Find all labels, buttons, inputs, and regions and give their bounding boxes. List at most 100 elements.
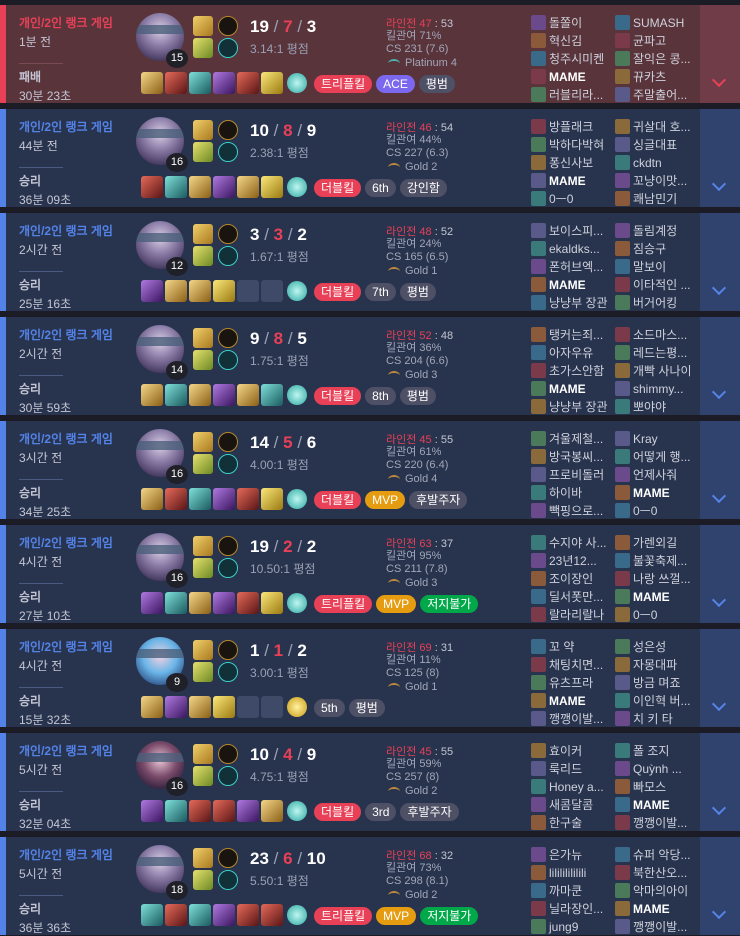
secondary-rune-icon[interactable] xyxy=(218,662,238,682)
player-name-link[interactable]: 초가스안함 xyxy=(531,362,617,380)
expand-button[interactable] xyxy=(700,317,740,415)
match-row[interactable]: 개인/2인 랭크 게임 3시간 전 승리 34분 25초 16 14 / 5 /… xyxy=(0,421,740,519)
expand-button[interactable] xyxy=(700,837,740,935)
player-name-link[interactable]: 냥냥부 장관 xyxy=(531,294,617,312)
item-icon[interactable] xyxy=(165,280,187,302)
player-name-link[interactable]: 성은성 xyxy=(615,638,701,656)
player-name-link[interactable]: 효이커 xyxy=(531,742,617,760)
item-icon[interactable] xyxy=(141,176,163,198)
player-name-link[interactable]: 개빡 사나이 xyxy=(615,362,701,380)
player-name-link[interactable]: MAME xyxy=(615,588,701,606)
summoner-spell-icon[interactable] xyxy=(193,432,213,452)
secondary-rune-icon[interactable] xyxy=(218,766,238,786)
summoner-spell-icon[interactable] xyxy=(193,454,213,474)
player-name-link[interactable]: 청주시미켄 xyxy=(531,50,617,68)
summoner-spell-icon[interactable] xyxy=(193,246,213,266)
keystone-rune-icon[interactable] xyxy=(218,536,238,556)
expand-button[interactable] xyxy=(700,5,740,103)
summoner-spell-icon[interactable] xyxy=(193,870,213,890)
expand-button[interactable] xyxy=(700,525,740,623)
player-name-link[interactable]: 러블리라... xyxy=(531,86,617,104)
player-name-link[interactable]: 폴 조지 xyxy=(615,742,701,760)
player-name-link[interactable]: 새콤달콤 xyxy=(531,796,617,814)
item-icon[interactable] xyxy=(165,800,187,822)
player-name-link[interactable]: MAME xyxy=(531,692,617,710)
player-name-link[interactable]: 냥냥부 장관 xyxy=(531,398,617,416)
summoner-spell-icon[interactable] xyxy=(193,848,213,868)
player-name-link[interactable]: 퐁신사보 xyxy=(531,154,617,172)
item-icon[interactable] xyxy=(189,176,211,198)
player-name-link[interactable]: 돌림계정 xyxy=(615,222,701,240)
item-icon[interactable] xyxy=(237,384,259,406)
match-row[interactable]: 개인/2인 랭크 게임 5시간 전 승리 36분 36초 18 23 / 6 /… xyxy=(0,837,740,935)
player-name-link[interactable]: 박하다박혀 xyxy=(531,136,617,154)
secondary-rune-icon[interactable] xyxy=(218,870,238,890)
secondary-rune-icon[interactable] xyxy=(218,454,238,474)
keystone-rune-icon[interactable] xyxy=(218,16,238,36)
player-name-link[interactable]: MAME xyxy=(615,484,701,502)
ward-trinket-icon[interactable] xyxy=(287,905,307,925)
empty-item-slot[interactable] xyxy=(237,696,259,718)
player-name-link[interactable]: 언제사줘 xyxy=(615,466,701,484)
player-name-link[interactable]: 말보이 xyxy=(615,258,701,276)
item-icon[interactable] xyxy=(189,280,211,302)
item-icon[interactable] xyxy=(213,800,235,822)
item-icon[interactable] xyxy=(213,72,235,94)
ward-trinket-icon[interactable] xyxy=(287,177,307,197)
ward-trinket-icon[interactable] xyxy=(287,801,307,821)
summoner-spell-icon[interactable] xyxy=(193,558,213,578)
player-name-link[interactable]: 채팅치면... xyxy=(531,656,617,674)
player-name-link[interactable]: 버거어킹 xyxy=(615,294,701,312)
player-name-link[interactable]: 이인혁 버... xyxy=(615,692,701,710)
player-name-link[interactable]: 까마쿤 xyxy=(531,882,617,900)
item-icon[interactable] xyxy=(237,800,259,822)
player-name-link[interactable]: 폰허브엑... xyxy=(531,258,617,276)
player-name-link[interactable]: 보이스피... xyxy=(531,222,617,240)
summoner-spell-icon[interactable] xyxy=(193,640,213,660)
match-row[interactable]: 개인/2인 랭크 게임 1분 전 패배 30분 23초 15 19 / 7 / … xyxy=(0,5,740,103)
player-name-link[interactable]: lilililililili xyxy=(531,864,617,882)
player-name-link[interactable]: MAME xyxy=(531,276,617,294)
player-name-link[interactable]: 깽깽이발... xyxy=(615,814,701,832)
item-icon[interactable] xyxy=(189,800,211,822)
item-icon[interactable] xyxy=(213,280,235,302)
summoner-spell-icon[interactable] xyxy=(193,662,213,682)
player-name-link[interactable]: MAME xyxy=(531,380,617,398)
player-name-link[interactable]: 짐승구 xyxy=(615,240,701,258)
player-name-link[interactable]: 뽀야야 xyxy=(615,398,701,416)
summoner-spell-icon[interactable] xyxy=(193,744,213,764)
item-icon[interactable] xyxy=(189,384,211,406)
player-name-link[interactable]: Quỳnh ... xyxy=(615,760,701,778)
player-name-link[interactable]: 탱커는죄... xyxy=(531,326,617,344)
player-name-link[interactable]: MAME xyxy=(531,172,617,190)
keystone-rune-icon[interactable] xyxy=(218,744,238,764)
keystone-rune-icon[interactable] xyxy=(218,224,238,244)
item-icon[interactable] xyxy=(189,904,211,926)
keystone-rune-icon[interactable] xyxy=(218,328,238,348)
item-icon[interactable] xyxy=(261,592,283,614)
empty-item-slot[interactable] xyxy=(261,696,283,718)
item-icon[interactable] xyxy=(213,176,235,198)
player-name-link[interactable]: MAME xyxy=(615,900,701,918)
item-icon[interactable] xyxy=(261,176,283,198)
keystone-rune-icon[interactable] xyxy=(218,848,238,868)
player-name-link[interactable]: 혁신김 xyxy=(531,32,617,50)
item-icon[interactable] xyxy=(237,176,259,198)
summoner-spell-icon[interactable] xyxy=(193,16,213,36)
item-icon[interactable] xyxy=(141,800,163,822)
item-icon[interactable] xyxy=(261,488,283,510)
player-name-link[interactable]: 레드는평... xyxy=(615,344,701,362)
item-icon[interactable] xyxy=(141,696,163,718)
summoner-spell-icon[interactable] xyxy=(193,766,213,786)
player-name-link[interactable]: 딜서폿만... xyxy=(531,588,617,606)
player-name-link[interactable]: 자몽대파 xyxy=(615,656,701,674)
player-name-link[interactable]: 북한산오... xyxy=(615,864,701,882)
summoner-spell-icon[interactable] xyxy=(193,142,213,162)
item-icon[interactable] xyxy=(165,696,187,718)
item-icon[interactable] xyxy=(141,384,163,406)
player-name-link[interactable]: 은가뉴 xyxy=(531,846,617,864)
player-name-link[interactable]: 아자우유 xyxy=(531,344,617,362)
item-icon[interactable] xyxy=(165,592,187,614)
player-name-link[interactable]: Honey a... xyxy=(531,778,617,796)
player-name-link[interactable]: 이타적인 ... xyxy=(615,276,701,294)
